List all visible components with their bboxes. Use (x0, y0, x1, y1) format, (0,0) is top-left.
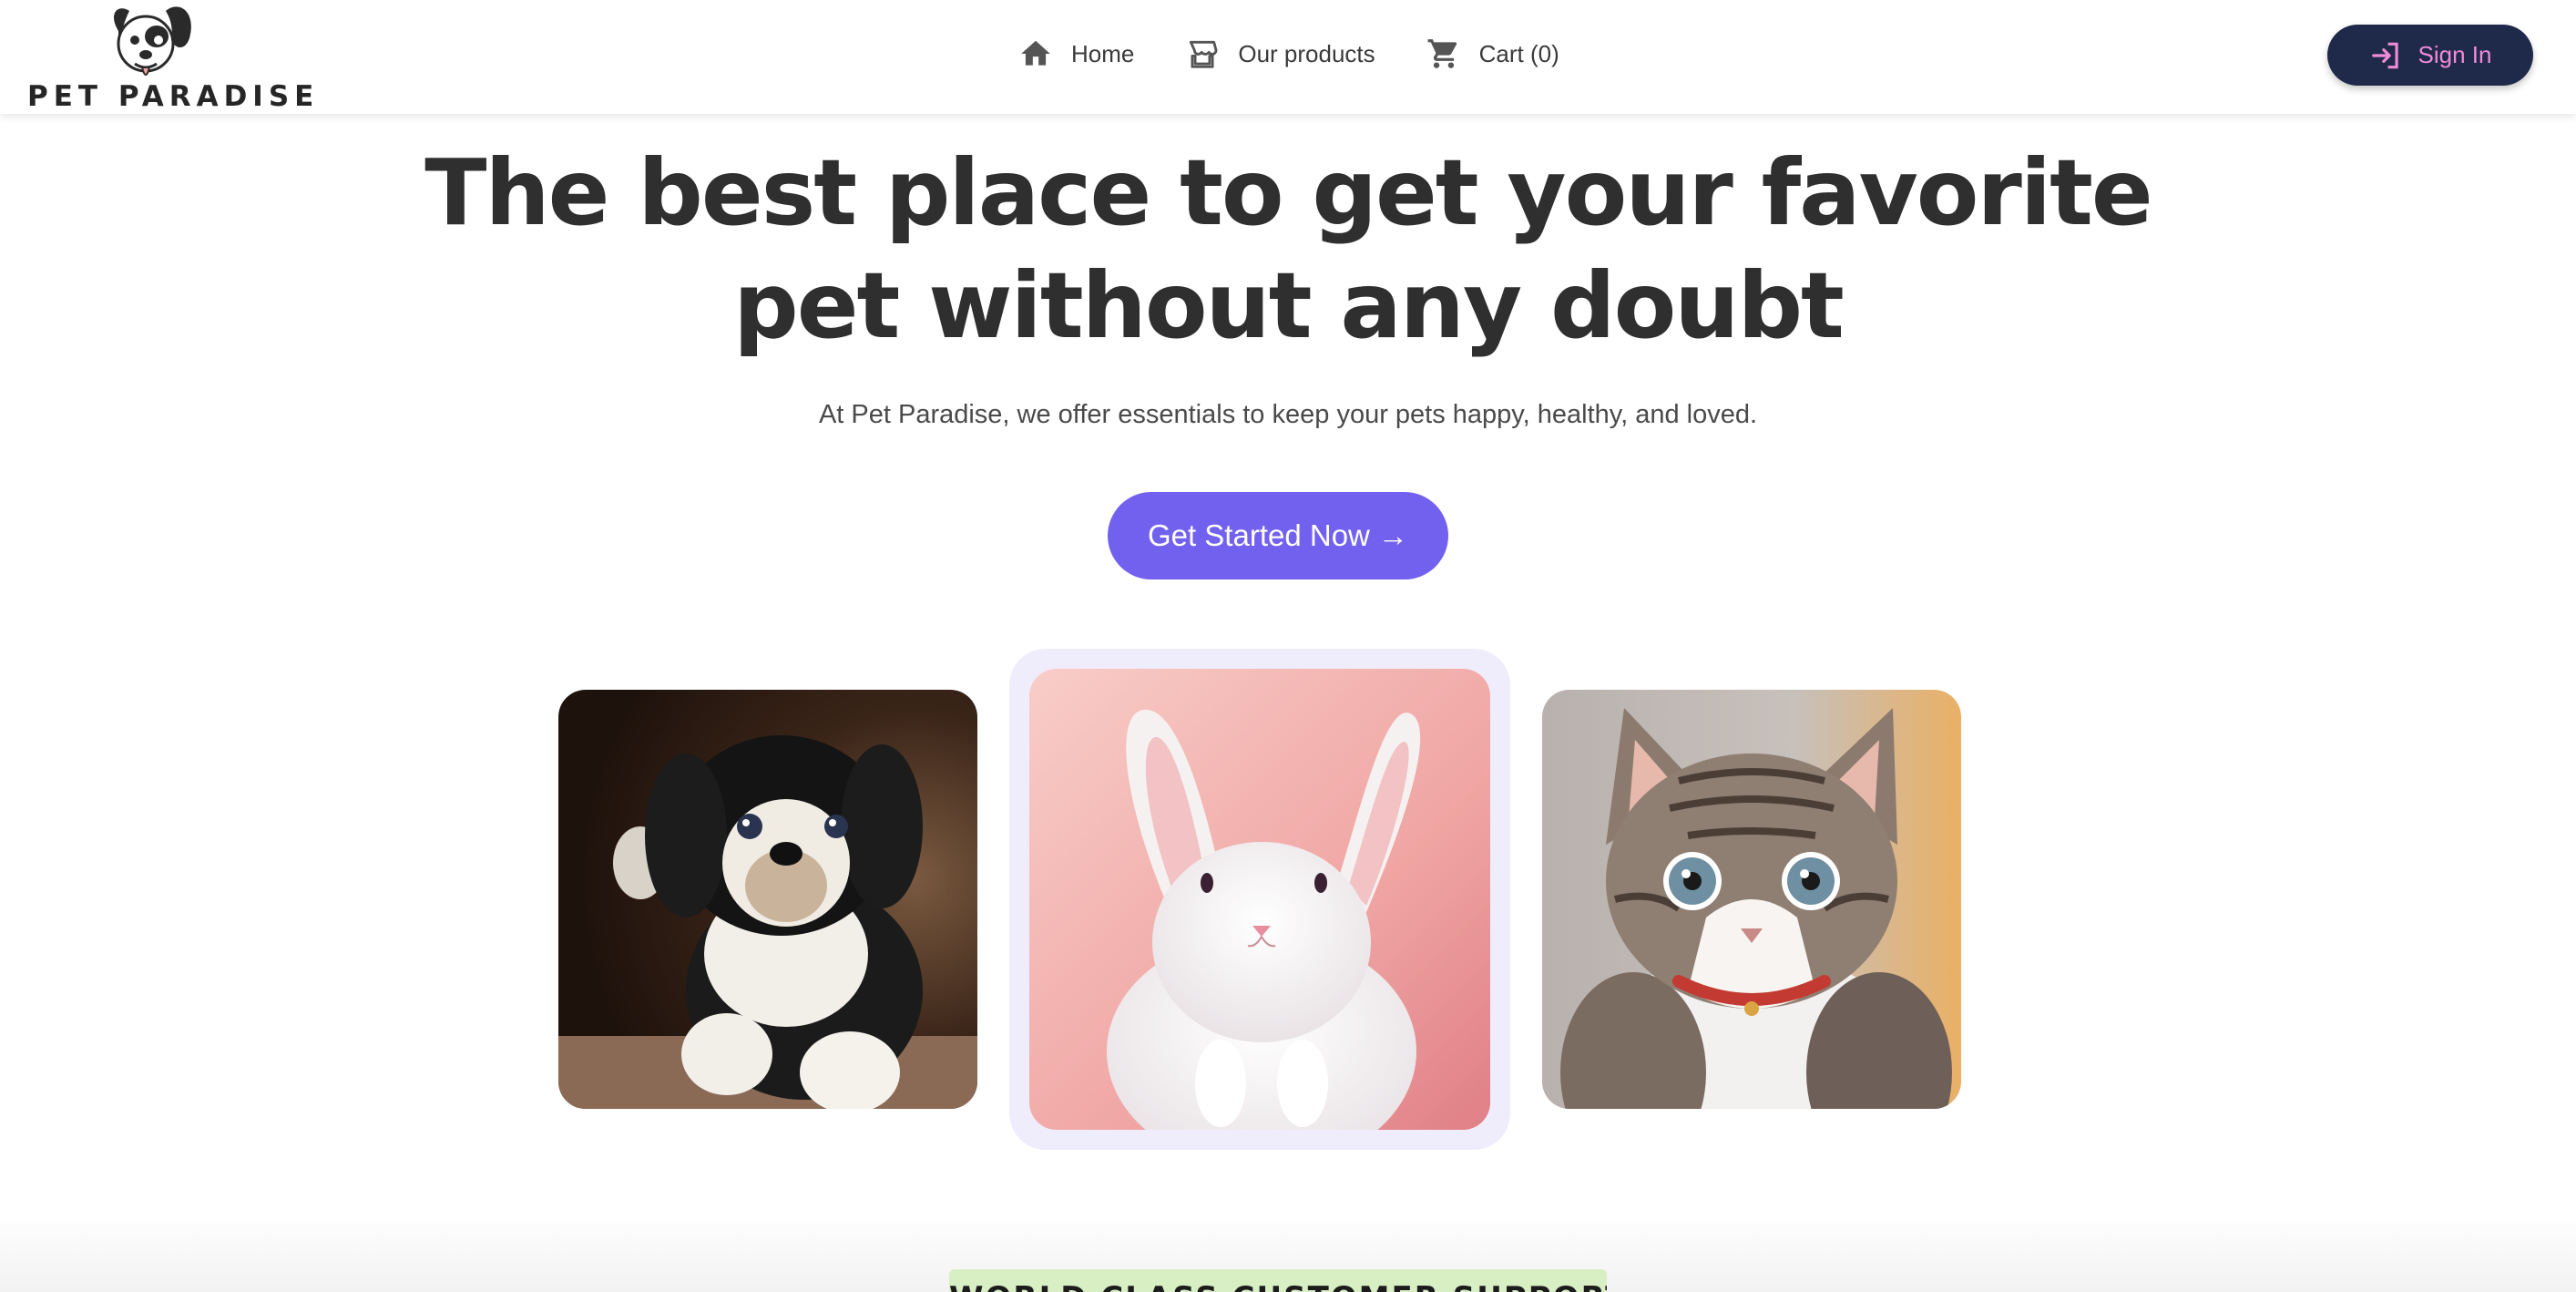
nav-home[interactable]: Home (1018, 31, 1134, 77)
login-icon (2371, 42, 2398, 68)
kitten-illustration (1542, 690, 1961, 1109)
nav-our-products[interactable]: Our products (1185, 31, 1375, 77)
hero-title-line2: pet without any doubt (733, 252, 1845, 359)
sign-in-label: Sign In (2418, 41, 2492, 68)
sign-in-button[interactable]: Sign In (2327, 25, 2533, 86)
puppy-photo (558, 690, 977, 1109)
brand-name: PET PARADISE (27, 80, 320, 113)
hero-title-line1: The best place to get your favorite (424, 139, 2152, 246)
top-navbar: PET PARADISE Home Our products Cart (0) … (0, 0, 2576, 114)
customer-support-badge: WORLD CLASS CUSTOMER SUPPORT (949, 1269, 1607, 1292)
home-icon (1021, 40, 1050, 66)
bunny-illustration (1029, 669, 1490, 1130)
hero-title: The best place to get your favorite pet … (377, 137, 2199, 363)
nav-cart-label: Cart (0) (1478, 39, 1559, 67)
main-nav: Home Our products Cart (0) (1018, 31, 1559, 77)
storefront-icon (1190, 40, 1218, 68)
dog-face-icon (114, 6, 191, 76)
kitten-photo (1542, 690, 1961, 1109)
brand-logo[interactable]: PET PARADISE (27, 4, 320, 113)
hero-subtitle: At Pet Paradise, we offer essentials to … (818, 400, 1758, 429)
bunny-photo (1029, 669, 1490, 1130)
puppy-illustration (558, 690, 977, 1109)
nav-home-label: Home (1071, 39, 1135, 67)
nav-cart[interactable]: Cart (0) (1426, 31, 1559, 77)
cart-icon (1427, 39, 1457, 68)
nav-our-products-label: Our products (1238, 39, 1375, 67)
get-started-button[interactable]: Get Started Now → (1108, 492, 1448, 579)
